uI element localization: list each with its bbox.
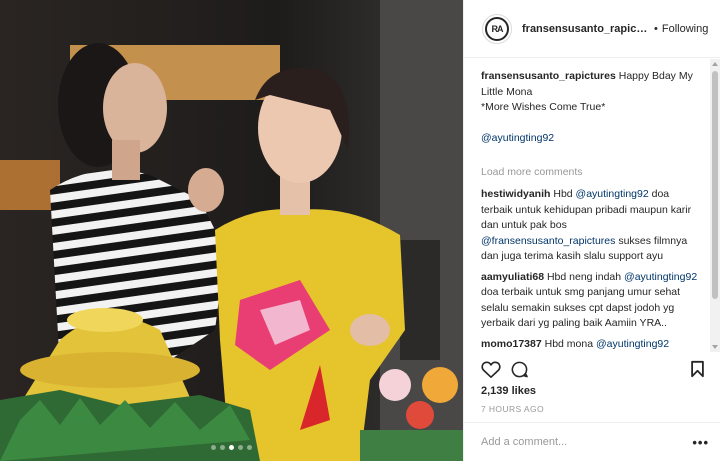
scrollbar-thumb[interactable] [712, 71, 718, 299]
comment-text: Hbd mona [541, 337, 596, 350]
scroll-down-arrow-icon[interactable] [712, 345, 718, 349]
photo-illustration [0, 0, 463, 461]
heart-icon[interactable] [480, 358, 502, 380]
post-photo[interactable] [0, 0, 463, 461]
carousel-dot[interactable] [220, 445, 225, 450]
scroll-up-arrow-icon[interactable] [712, 62, 718, 66]
comment-icon[interactable] [508, 358, 530, 380]
comment-username[interactable]: aamyuliati68 [481, 271, 544, 283]
comment-mention[interactable]: @ayutingting92 [576, 188, 649, 200]
avatar[interactable]: RA [482, 13, 512, 44]
comment-username[interactable]: hestiwidyanih [481, 188, 550, 200]
carousel-dot[interactable] [247, 445, 252, 450]
comment-item: momo17387 Hbd mona @ayutingting92 semoga… [481, 337, 699, 353]
comment-mention[interactable]: @ayutingting92 [596, 338, 669, 350]
post-side-panel: RA fransensusanto_rapictu... • Following… [463, 0, 720, 461]
instagram-post-view: RA fransensusanto_rapictu... • Following… [0, 0, 720, 461]
comments-scrollbar[interactable] [710, 59, 720, 352]
comment-item: aamyuliati68 Hbd neng indah @ayutingting… [481, 270, 699, 332]
comment-username[interactable]: momo17387 [481, 338, 542, 350]
add-comment-input[interactable] [481, 436, 693, 448]
following-button[interactable]: Following [662, 23, 708, 35]
more-options-icon[interactable]: ••• [692, 435, 709, 450]
header-separator: • [654, 22, 658, 35]
carousel-dot[interactable] [238, 445, 243, 450]
carousel-dot[interactable] [211, 445, 216, 450]
carousel-indicator [0, 445, 463, 450]
comments-list[interactable]: fransensusanto_rapictures Happy Bday My … [464, 59, 711, 352]
caption-text-line2: *More Wishes Come True* [481, 101, 606, 113]
comment-item: hestiwidyanih Hbd @ayutingting92 doa ter… [481, 187, 699, 265]
add-comment-bar: ••• [464, 422, 720, 461]
caption-username[interactable]: fransensusanto_rapictures [481, 70, 616, 82]
avatar-logo: RA [485, 16, 509, 41]
comment-mention[interactable]: @fransensusanto_rapictures [481, 235, 615, 247]
comment-container: hestiwidyanih Hbd @ayutingting92 doa ter… [481, 187, 699, 352]
header-username[interactable]: fransensusanto_rapictu... [522, 23, 650, 35]
load-more-comments-button[interactable]: Load more comments [481, 165, 699, 181]
comment-mention[interactable]: @ayutingting92 [624, 271, 697, 283]
comment-text: Hbd neng indah [544, 270, 625, 283]
post-actions-bar [480, 356, 708, 382]
post-header: RA fransensusanto_rapictu... • Following [464, 0, 720, 58]
post-timestamp[interactable]: 7 HOURS AGO [481, 404, 544, 414]
comment-text: doa terbaik untuk smg panjang umur sehat… [481, 286, 681, 329]
comment-text: Hbd [550, 188, 576, 200]
caption-mention[interactable]: @ayutingting92 [481, 132, 554, 144]
likes-count[interactable]: 2,139 likes [481, 385, 536, 397]
carousel-dot-active[interactable] [229, 445, 234, 450]
post-caption: fransensusanto_rapictures Happy Bday My … [481, 69, 699, 147]
bookmark-icon[interactable] [686, 358, 708, 380]
